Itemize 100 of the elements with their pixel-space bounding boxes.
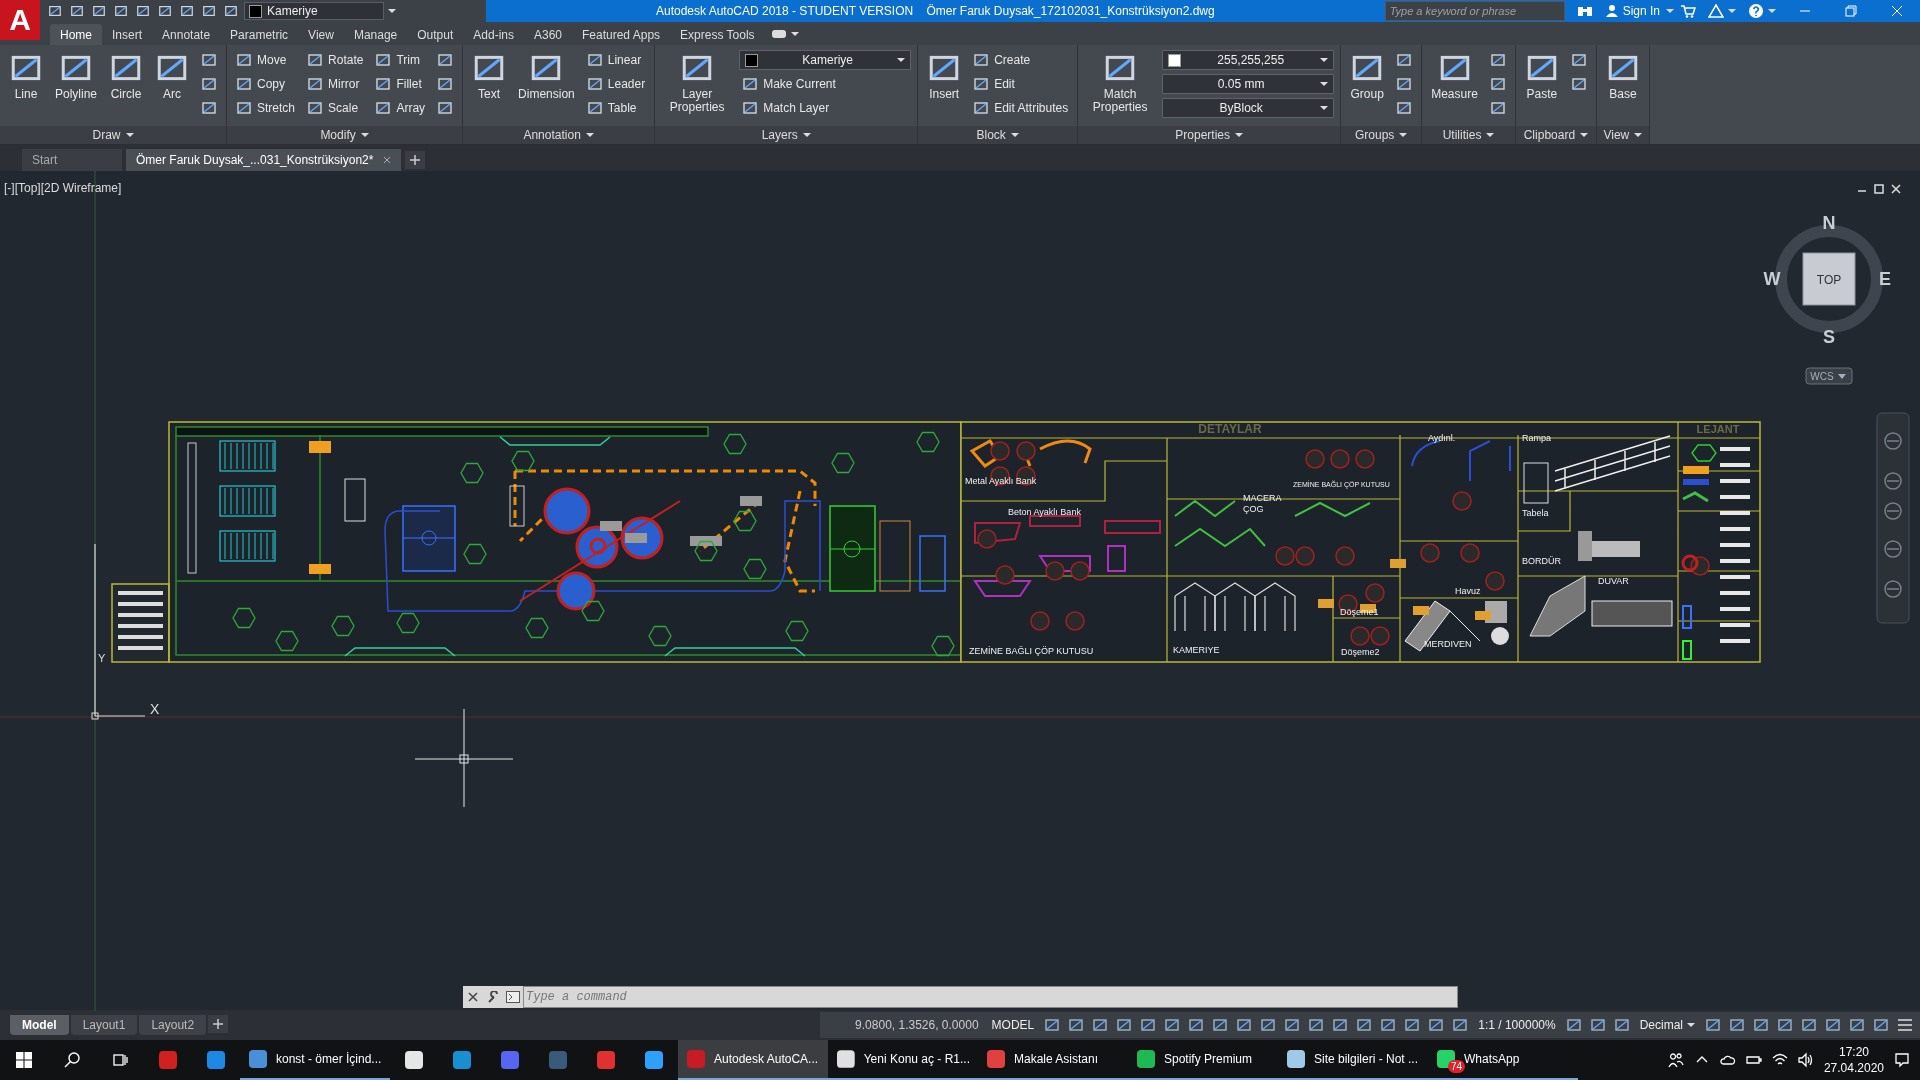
taskbar-window-button[interactable]: Autodesk AutoCA... [678, 1040, 828, 1080]
annotation-scale-button[interactable]: 1:1 / 100000% [1473, 1014, 1561, 1037]
layout-tab[interactable]: Layout1 [70, 1015, 138, 1036]
ribbon-tab[interactable]: Output [407, 24, 464, 45]
ribbon-button[interactable]: Scale [304, 97, 367, 119]
wrench-button[interactable] [483, 985, 503, 1008]
drawing-label: Metal Ayaklı Bank [965, 475, 1037, 486]
ribbon-button[interactable]: Leader [583, 73, 649, 95]
ribbon-button[interactable]: Mirror [304, 73, 367, 95]
ribbon-button[interactable]: Polyline [52, 49, 101, 126]
file-tab[interactable]: Start [22, 148, 122, 171]
view-cube-button[interactable]: TOP [1802, 252, 1856, 306]
ribbon-button[interactable]: Array [372, 97, 429, 119]
people-icon[interactable] [1667, 1052, 1684, 1068]
ribbon-button[interactable]: Base [1602, 49, 1643, 126]
layout-tab[interactable]: Model [10, 1015, 69, 1036]
taskbar-window-button[interactable]: Makale Asistanı [978, 1040, 1128, 1080]
ribbon-tab[interactable]: Insert [102, 24, 153, 45]
clock-time[interactable]: 17:20 [1838, 1044, 1869, 1060]
ribbon-button[interactable]: Move [233, 49, 299, 71]
new-layout-button[interactable] [208, 1015, 229, 1034]
app-menu-button[interactable]: A [0, 0, 40, 40]
ribbon-button[interactable]: Insert [924, 49, 965, 126]
drawing-canvas[interactable] [0, 170, 1920, 1011]
ribbon-tab[interactable]: Annotate [152, 24, 221, 45]
taskbar-window-button[interactable]: konst - ömer İçind... [240, 1040, 390, 1080]
close-button[interactable] [463, 985, 483, 1008]
ribbon-button[interactable]: Trim [372, 49, 429, 71]
ribbon-button[interactable]: Table [583, 97, 649, 119]
panel-title-button[interactable]: Annotation [463, 125, 655, 144]
navigation-tool-icon[interactable] [1884, 580, 1902, 598]
ribbon-tab[interactable]: A360 [524, 24, 572, 45]
sign-in-button[interactable]: Sign In [1598, 0, 1666, 22]
navigation-tool-icon[interactable] [1884, 472, 1902, 490]
ribbon-tab[interactable]: Add-ins [463, 24, 524, 45]
tool-icon [437, 76, 454, 92]
panel-title-button[interactable]: Block [918, 125, 1078, 144]
ribbon-button[interactable]: Layer Properties [661, 49, 734, 126]
speaker-icon[interactable] [1797, 1052, 1814, 1068]
notification-icon[interactable] [1894, 1052, 1910, 1068]
ribbon-tab[interactable]: Parametric [220, 24, 299, 45]
navigation-tool-icon[interactable] [1884, 432, 1902, 450]
restore-icon[interactable] [1874, 184, 1884, 194]
file-tab[interactable]: Ömer Faruk Duysak_...031_Konstrüksiyon2* [126, 148, 402, 171]
dropdown-field[interactable]: ByBlock [1162, 98, 1335, 118]
ribbon-button[interactable]: Paste [1521, 49, 1562, 126]
ribbon-button[interactable]: Edit [970, 73, 1072, 95]
ribbon-tab[interactable]: Featured Apps [572, 24, 671, 45]
clock-date[interactable]: 27.04.2020 [1823, 1060, 1884, 1076]
taskbar-window-button[interactable]: Yeni Konu aç - R1... [828, 1040, 978, 1080]
prompt-button[interactable] [503, 985, 523, 1008]
ribbon-button[interactable]: Create [970, 49, 1072, 71]
ribbon-button[interactable]: Match Properties [1084, 49, 1157, 126]
ribbon-button[interactable]: Rotate [304, 49, 367, 71]
ribbon-button[interactable]: Edit Attributes [970, 97, 1072, 119]
wcs-dropdown[interactable]: WCS [1805, 367, 1853, 385]
panel-title-button[interactable]: Groups [1341, 125, 1422, 144]
panel-title-button[interactable]: Layers [655, 125, 918, 144]
ribbon-tab[interactable]: Express Tools [670, 24, 765, 45]
viewport-controls-label[interactable]: [-][Top][2D Wireframe] [4, 180, 122, 195]
ribbon-button[interactable]: Group [1347, 49, 1388, 126]
ribbon-button[interactable]: Match Layer [739, 97, 912, 119]
ribbon-button[interactable]: Dimension [515, 49, 578, 126]
panel-title-button[interactable]: Utilities [1422, 125, 1515, 144]
taskbar-window-button[interactable]: Site bilgileri - Not ... [1278, 1040, 1428, 1080]
panel-title-button[interactable]: View [1596, 125, 1649, 144]
prompt-icon [506, 990, 520, 1003]
taskbar-window-button[interactable]: Spotify Premium [1128, 1040, 1278, 1080]
ribbon-button[interactable]: Copy [233, 73, 299, 95]
navigation-tool-icon[interactable] [1884, 540, 1902, 558]
ribbon-button[interactable]: Fillet [372, 73, 429, 95]
layout-tab[interactable]: Layout2 [139, 1015, 207, 1036]
ribbon-button[interactable]: Make Current [739, 73, 912, 95]
new-tab-button[interactable] [405, 150, 426, 169]
panel-title-button[interactable]: Clipboard [1515, 125, 1596, 144]
dropdown-field[interactable]: 0.05 mm [1162, 74, 1335, 94]
dropdown-field[interactable]: 255,255,255 [1162, 50, 1335, 70]
minimize-icon[interactable] [1857, 190, 1867, 192]
search-field[interactable]: Type a keyword or phrase [1384, 1, 1565, 21]
navigation-tool-icon[interactable] [1884, 502, 1902, 520]
ribbon-button[interactable]: Circle [106, 49, 147, 126]
ribbon-button[interactable]: Line [6, 49, 46, 126]
ribbon-tab[interactable]: Home [50, 24, 102, 45]
model-space-button[interactable]: MODEL [986, 1014, 1040, 1037]
caret-icon [1687, 1023, 1695, 1028]
layer-dropdown[interactable]: Kameriye [244, 2, 384, 20]
dropdown-field[interactable]: Kameriye [739, 50, 912, 70]
units-dropdown[interactable]: Decimal [1634, 1014, 1700, 1037]
ribbon-button[interactable]: Text [469, 49, 510, 126]
ribbon-button[interactable]: Stretch [233, 97, 299, 119]
panel-title-button[interactable]: Modify [227, 125, 463, 144]
ribbon-tab[interactable]: Manage [343, 24, 408, 45]
panel-title-button[interactable]: Properties [1078, 125, 1341, 144]
ribbon-tab[interactable]: View [298, 24, 344, 45]
ribbon-button[interactable]: Measure [1428, 49, 1481, 126]
panel-title-button[interactable]: Draw [0, 125, 227, 144]
ribbon-button[interactable]: Arc [152, 49, 193, 126]
command-input[interactable]: Type a command [523, 985, 1458, 1008]
app-icon [1286, 1049, 1306, 1069]
ribbon-button[interactable]: Linear [583, 49, 649, 71]
